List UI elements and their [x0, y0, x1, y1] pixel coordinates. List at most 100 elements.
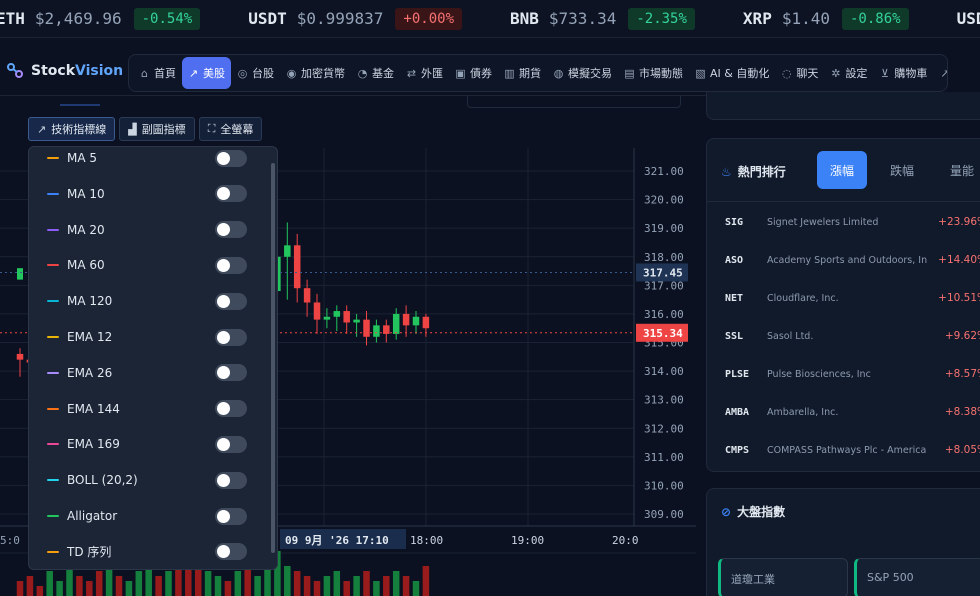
chart-toolbar: ↗ 技術指標線 ▟ 副圖指標 ⛶ 全螢幕 — [28, 117, 266, 141]
volume-bar — [165, 571, 172, 596]
ranking-name: Pulse Biosciences, Inc — [767, 368, 871, 380]
nav-item[interactable]: ◌ 聊天 — [775, 57, 824, 89]
indicator-toggle[interactable] — [215, 471, 247, 489]
nav-item[interactable]: ⇄ 外匯 — [400, 57, 449, 89]
right-panel: ♨ 熱門排行 漲幅 跌幅 量能 SIG Signet Jewelers Limited… — [696, 92, 980, 596]
indicator-item[interactable]: EMA 26 — [29, 355, 269, 391]
bar-chart-icon: ▟ — [128, 122, 137, 136]
ticker-item[interactable]: XRP $1.40 -0.86% — [743, 7, 909, 30]
volume-bar — [284, 566, 291, 596]
candle-body — [313, 302, 321, 320]
indicator-item[interactable]: MA 10 — [29, 176, 269, 212]
indicator-item[interactable]: Alligator — [29, 498, 269, 534]
indicator-toggle[interactable] — [215, 543, 247, 561]
nav-item[interactable]: ⌂ 首頁 — [133, 57, 182, 89]
nav-item[interactable]: ✲ 設定 — [824, 57, 873, 89]
candle-body — [392, 313, 400, 334]
volume-bar — [373, 581, 380, 596]
ranking-row[interactable]: SIG Signet Jewelers Limited +23.96% — [707, 203, 980, 241]
volume-bar — [343, 581, 350, 596]
indicator-toggle[interactable] — [215, 507, 247, 525]
price-tick-label: 314.00 — [644, 365, 684, 378]
index-tile-dow[interactable]: 道瓊工業 — [718, 558, 848, 596]
indicator-toggle[interactable] — [215, 364, 247, 382]
chart-line-icon: ↗ — [188, 66, 199, 80]
indicator-toggle[interactable] — [215, 292, 247, 310]
ranking-row[interactable]: PLSE Pulse Biosciences, Inc +8.57% — [707, 355, 980, 393]
indicator-toggle[interactable] — [215, 328, 247, 346]
ranking-row[interactable]: CMPS COMPASS Pathways Plc - American +8.05… — [707, 431, 980, 469]
indicator-item[interactable]: MA 20 — [29, 212, 269, 248]
indicator-toggle[interactable] — [215, 400, 247, 418]
ticker-symbol: BNB — [510, 9, 539, 28]
ranking-tab[interactable]: 漲幅 — [817, 151, 867, 189]
time-tick-label: 18:00 — [410, 534, 443, 547]
ranking-row[interactable]: ASO Academy Sports and Outdoors, Inc. +14.… — [707, 241, 980, 279]
time-tick-label: 20:0 — [612, 534, 639, 547]
nav-item[interactable]: ↗ — [933, 57, 947, 89]
indicator-item[interactable]: EMA 144 — [29, 391, 269, 427]
ranking-tab[interactable]: 跌幅 — [877, 151, 927, 189]
price-tick-label: 311.00 — [644, 451, 684, 464]
ticker-price: $2,469.96 — [34, 9, 122, 28]
ticker-item[interactable]: BNB $733.34 -2.35% — [510, 7, 695, 30]
nav-item[interactable]: ◔ 基金 — [351, 57, 400, 89]
logo[interactable]: StockVision — [6, 62, 123, 80]
nav-item[interactable]: ◎ 台股 — [231, 57, 280, 89]
candle-body — [293, 245, 301, 289]
candle-body — [323, 316, 331, 320]
indicator-item[interactable]: MA 60 — [29, 247, 269, 283]
indicator-item[interactable]: MA 120 — [29, 283, 269, 319]
sub-indicators-button[interactable]: ▟ 副圖指標 — [119, 117, 195, 141]
ranking-name: Ambarella, Inc. — [767, 406, 839, 418]
indicator-toggle[interactable] — [215, 149, 247, 167]
bond-icon: ▣ — [455, 66, 466, 80]
ranking-row[interactable]: AMBA Ambarella, Inc. +8.38% — [707, 393, 980, 431]
index-tile-sp500[interactable]: S&P 500 — [854, 558, 980, 596]
ranking-name: Signet Jewelers Limited — [767, 216, 879, 228]
ranking-change: +23.96% — [938, 216, 980, 228]
indicator-item[interactable]: MA 5 — [29, 147, 269, 176]
volume-bar — [293, 571, 301, 596]
candle-body — [343, 311, 350, 323]
nav-item[interactable]: ▥ 期貨 — [498, 57, 547, 89]
indicators-button[interactable]: ↗ 技術指標線 — [28, 117, 116, 141]
price-tick-label: 312.00 — [644, 422, 684, 435]
volume-bar — [353, 576, 360, 596]
indicator-toggle[interactable] — [215, 435, 247, 453]
ticker-item[interactable]: USDC — [957, 9, 980, 28]
ranking-row[interactable]: SSL Sasol Ltd. +9.62% — [707, 317, 980, 355]
nav-item[interactable]: ↗ 美股 — [182, 57, 231, 89]
indicator-item[interactable]: EMA 12 — [29, 319, 269, 355]
volume-bar — [383, 576, 390, 596]
indicator-label: EMA 26 — [67, 365, 113, 380]
ticker-item[interactable]: USDT $0.999837 +0.00% — [248, 7, 462, 30]
ranking-symbol: CMPS — [725, 444, 750, 456]
target-icon: ◍ — [553, 66, 564, 80]
nav-item[interactable]: ⊻ 購物車 — [873, 57, 933, 89]
ranking-row[interactable]: NET Cloudflare, Inc. +10.51% — [707, 279, 980, 317]
indicator-label: Alligator — [67, 509, 118, 523]
indicator-item[interactable]: TD 序列 — [29, 534, 269, 569]
chart-line-icon: ↗ — [37, 122, 47, 136]
candle-body — [333, 311, 341, 317]
exchange-icon: ⇄ — [406, 66, 417, 80]
indicator-item[interactable]: EMA 169 — [29, 426, 269, 462]
dropdown-scrollbar[interactable] — [271, 163, 275, 553]
volume-bar — [392, 571, 400, 596]
indicator-item[interactable]: BOLL (20,2) — [29, 462, 269, 498]
nav-item[interactable]: ▧ AI & 自動化 — [689, 57, 775, 89]
ranking-tab[interactable]: 量能 — [937, 151, 980, 189]
indicator-toggle[interactable] — [215, 256, 247, 274]
fullscreen-button[interactable]: ⛶ 全螢幕 — [198, 117, 263, 141]
indicator-toggle[interactable] — [215, 221, 247, 239]
nav-item[interactable]: ▤ 市場動態 — [618, 57, 689, 89]
nav-item[interactable]: ▣ 債券 — [449, 57, 498, 89]
nav-item[interactable]: ◍ 模擬交易 — [547, 57, 618, 89]
price-tick-label: 313.00 — [644, 394, 684, 407]
indicator-toggle[interactable] — [215, 185, 247, 203]
divider — [707, 201, 980, 202]
indicator-swatch — [47, 336, 59, 338]
nav-item[interactable]: ◉ 加密貨幣 — [280, 57, 351, 89]
ticker-item[interactable]: ETH $2,469.96 -0.54% — [0, 7, 201, 30]
